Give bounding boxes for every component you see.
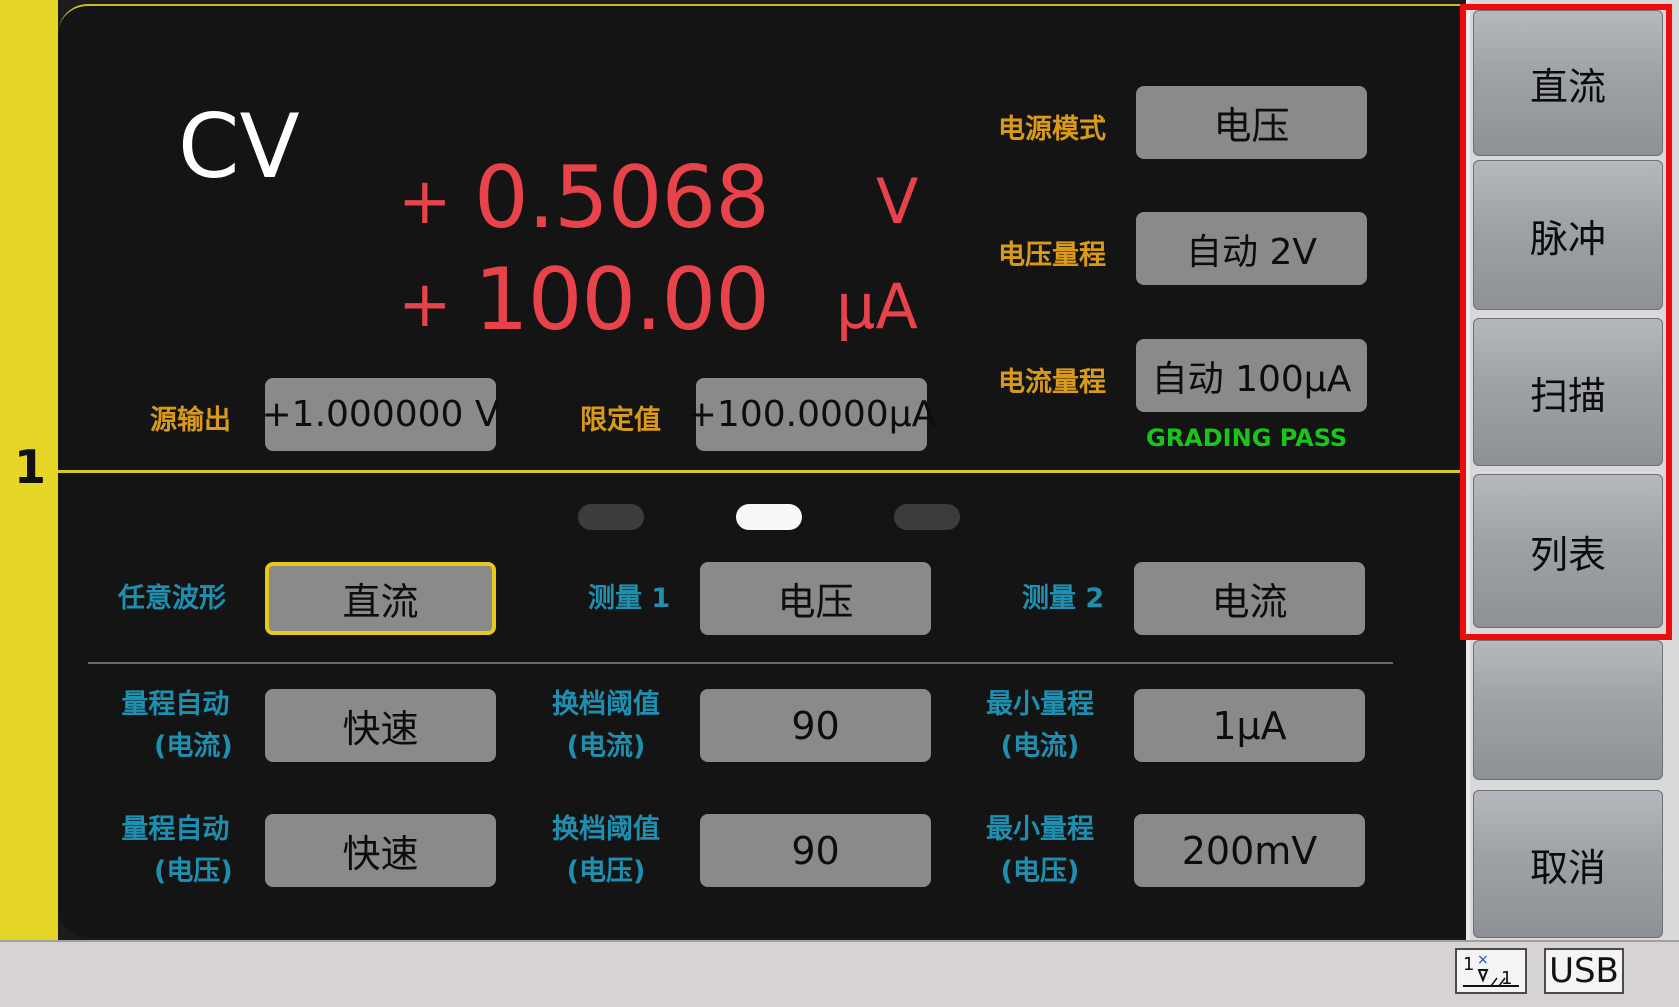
power-mode-label: 电源模式 <box>998 114 1106 145</box>
source-output-label: 源输出 <box>150 405 231 436</box>
channel-number: 1 <box>14 440 47 494</box>
current-sign: + <box>398 268 452 342</box>
measure1-label: 测量 1 <box>588 583 671 614</box>
threshold-voltage-label-line2: (电压) <box>566 856 646 887</box>
range-auto-voltage-label-line2: (电压) <box>154 856 233 887</box>
range-auto-current-label-line2: (电流) <box>154 731 233 762</box>
current-range-label: 电流量程 <box>998 367 1106 398</box>
svg-text:1: 1 <box>1463 954 1474 975</box>
threshold-current-label-line1: 换档阈值 <box>552 689 660 720</box>
threshold-voltage-button[interactable]: 90 <box>700 814 931 887</box>
limit-label: 限定值 <box>580 405 661 436</box>
current-range-button[interactable]: 自动 100µA <box>1136 339 1367 412</box>
softkey-cancel[interactable]: 取消 <box>1473 790 1663 938</box>
measure1-button[interactable]: 电压 <box>700 562 931 635</box>
threshold-voltage-label-line1: 换档阈值 <box>552 814 660 845</box>
voltage-unit: V <box>876 165 919 238</box>
voltage-range-button[interactable]: 自动 2V <box>1136 212 1367 285</box>
waveform-button[interactable]: 直流 <box>265 562 496 635</box>
softkey-highlight-frame <box>1460 4 1672 640</box>
threshold-voltage-label: 换档阈值 (电压) <box>552 809 660 893</box>
grading-status: GRADING PASS <box>1146 424 1348 452</box>
section-divider <box>58 470 1466 473</box>
instrument-screen: 1 CV + 0.5068 V + 100.00 µA 源输出 +1.00000… <box>0 0 1679 1007</box>
current-reading: 100.00 <box>474 250 770 350</box>
measure2-label: 测量 2 <box>1022 583 1105 614</box>
threshold-current-label: 换档阈值 (电流) <box>552 684 660 768</box>
mode-indicator: CV <box>178 95 300 198</box>
waveform-label: 任意波形 <box>118 583 226 614</box>
threshold-current-label-line2: (电流) <box>566 731 646 762</box>
source-output-field[interactable]: +1.000000 V <box>262 378 500 451</box>
min-range-current-button[interactable]: 1µA <box>1134 689 1365 762</box>
row-divider <box>88 662 1393 664</box>
threshold-current-button[interactable]: 90 <box>700 689 931 762</box>
min-range-current-label-line2: (电流) <box>1000 731 1080 762</box>
usb-indicator: USB <box>1544 948 1624 994</box>
range-auto-voltage-label-line1: 量程自动 <box>121 814 230 845</box>
status-bar <box>0 940 1679 1007</box>
range-auto-current-label: 量程自动 (电流) <box>118 684 233 768</box>
min-range-voltage-label-line2: (电压) <box>1000 856 1080 887</box>
measure2-button[interactable]: 电流 <box>1134 562 1365 635</box>
min-range-voltage-label: 最小量程 (电压) <box>986 809 1094 893</box>
range-auto-voltage-button[interactable]: 快速 <box>265 814 496 887</box>
page-dot-2-active <box>736 504 802 530</box>
current-unit: µA <box>836 270 918 343</box>
range-auto-current-label-line1: 量程自动 <box>121 689 230 720</box>
page-dot-3 <box>894 504 960 530</box>
voltage-sign: + <box>398 165 452 239</box>
range-auto-voltage-label: 量程自动 (电压) <box>118 809 233 893</box>
svg-text:×: × <box>1477 952 1489 968</box>
trigger-icon: 1 × 1 <box>1455 948 1527 994</box>
voltage-range-label: 电压量程 <box>998 240 1106 271</box>
min-range-current-label-line1: 最小量程 <box>986 689 1094 720</box>
limit-field[interactable]: +100.0000µA <box>687 378 936 451</box>
min-range-current-label: 最小量程 (电流) <box>986 684 1094 768</box>
range-auto-current-button[interactable]: 快速 <box>265 689 496 762</box>
page-dot-1 <box>578 504 644 530</box>
min-range-voltage-button[interactable]: 200mV <box>1134 814 1365 887</box>
power-mode-button[interactable]: 电压 <box>1136 86 1367 159</box>
min-range-voltage-label-line1: 最小量程 <box>986 814 1094 845</box>
softkey-blank[interactable] <box>1473 640 1663 780</box>
voltage-reading: 0.5068 <box>474 148 770 248</box>
